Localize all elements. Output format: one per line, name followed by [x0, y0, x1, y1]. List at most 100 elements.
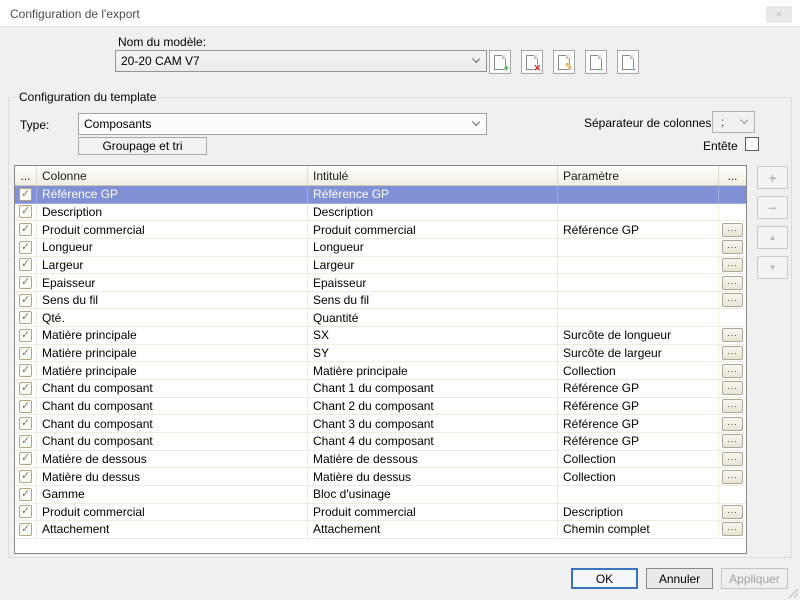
cell-colonne[interactable]: Matière de dessous [37, 451, 308, 469]
cell-colonne[interactable]: Matière du dessus [37, 468, 308, 486]
cell-intitule[interactable]: Attachement [308, 521, 558, 539]
cell-intitule[interactable]: Longueur [308, 239, 558, 257]
column-separator-select[interactable]: ; [712, 111, 755, 133]
row-params-button[interactable]: ... [722, 505, 743, 519]
cell-intitule[interactable]: Référence GP [308, 186, 558, 204]
cell-intitule[interactable]: Chant 1 du composant [308, 380, 558, 398]
cell-parametre[interactable] [558, 239, 719, 257]
cell-colonne[interactable]: Produit commercial [37, 504, 308, 522]
cell-parametre[interactable] [558, 292, 719, 310]
row-checkbox[interactable] [19, 364, 32, 377]
table-row[interactable]: Matière principale SY Surcôte de largeur… [15, 345, 746, 363]
cell-colonne[interactable]: Gamme [37, 486, 308, 504]
table-row[interactable]: Description Description [15, 204, 746, 222]
cell-intitule[interactable]: SX [308, 327, 558, 345]
cell-intitule[interactable]: Matière principale [308, 362, 558, 380]
row-params-button[interactable]: ... [722, 381, 743, 395]
table-row[interactable]: Matière du dessus Matière du dessus Coll… [15, 468, 746, 486]
remove-row-button[interactable]: − [757, 196, 788, 219]
column-header-colonne[interactable]: Colonne [37, 166, 308, 185]
row-params-button[interactable]: ... [722, 328, 743, 342]
edit-model-button[interactable]: ✎ [553, 50, 575, 74]
row-checkbox[interactable] [19, 294, 32, 307]
move-row-up-button[interactable]: ▲ [757, 226, 788, 249]
cell-intitule[interactable]: Description [308, 204, 558, 222]
cell-colonne[interactable]: Qté. [37, 309, 308, 327]
cell-colonne[interactable]: Chant du composant [37, 398, 308, 416]
table-row[interactable]: Largeur Largeur ... [15, 257, 746, 275]
row-checkbox[interactable] [19, 223, 32, 236]
table-row[interactable]: Chant du composant Chant 4 du composant … [15, 433, 746, 451]
cell-colonne[interactable]: Matière principale [37, 345, 308, 363]
cell-intitule[interactable]: Sens du fil [308, 292, 558, 310]
row-checkbox[interactable] [19, 435, 32, 448]
row-checkbox[interactable] [19, 205, 32, 218]
cell-parametre[interactable]: Référence GP [558, 380, 719, 398]
cell-colonne[interactable]: Longueur [37, 239, 308, 257]
cell-intitule[interactable]: SY [308, 345, 558, 363]
cell-colonne[interactable]: Matière principale [37, 362, 308, 380]
row-checkbox[interactable] [19, 382, 32, 395]
row-checkbox[interactable] [19, 400, 32, 413]
cell-intitule[interactable]: Matière du dessus [308, 468, 558, 486]
type-select[interactable]: Composants [78, 113, 487, 135]
column-header-intitule[interactable]: Intitulé [308, 166, 558, 185]
cell-intitule[interactable]: Chant 2 du composant [308, 398, 558, 416]
table-row[interactable]: Attachement Attachement Chemin complet .… [15, 521, 746, 539]
cell-colonne[interactable]: Chant du composant [37, 433, 308, 451]
cell-parametre[interactable] [558, 309, 719, 327]
cell-intitule[interactable]: Bloc d'usinage [308, 486, 558, 504]
table-row[interactable]: Référence GP Référence GP [15, 186, 746, 204]
cell-parametre[interactable]: Référence GP [558, 221, 719, 239]
import-model-button[interactable]: ← [585, 50, 607, 74]
table-row[interactable]: Produit commercial Produit commercial De… [15, 504, 746, 522]
cell-intitule[interactable]: Matière de dessous [308, 451, 558, 469]
row-checkbox[interactable] [19, 505, 32, 518]
row-params-button[interactable]: ... [722, 452, 743, 466]
cell-parametre[interactable]: Référence GP [558, 398, 719, 416]
new-model-button[interactable]: + [489, 50, 511, 74]
row-params-button[interactable]: ... [722, 276, 743, 290]
table-row[interactable]: Longueur Longueur ... [15, 239, 746, 257]
cell-parametre[interactable]: Collection [558, 362, 719, 380]
cell-parametre[interactable] [558, 486, 719, 504]
cell-parametre[interactable]: Description [558, 504, 719, 522]
column-header-buttons[interactable]: ... [719, 166, 746, 185]
close-icon[interactable]: ✕ [766, 6, 792, 23]
row-checkbox[interactable] [19, 276, 32, 289]
row-params-button[interactable]: ... [722, 364, 743, 378]
cell-parametre[interactable]: Collection [558, 451, 719, 469]
row-params-button[interactable]: ... [722, 434, 743, 448]
export-model-button[interactable]: → [617, 50, 639, 74]
table-row[interactable]: Matière de dessous Matière de dessous Co… [15, 451, 746, 469]
delete-model-button[interactable]: ✕ [521, 50, 543, 74]
table-row[interactable]: Qté. Quantité [15, 309, 746, 327]
cell-colonne[interactable]: Produit commercial [37, 221, 308, 239]
table-row[interactable]: Chant du composant Chant 3 du composant … [15, 415, 746, 433]
row-checkbox[interactable] [19, 329, 32, 342]
row-params-button[interactable]: ... [722, 293, 743, 307]
cell-intitule[interactable]: Quantité [308, 309, 558, 327]
cell-colonne[interactable]: Attachement [37, 521, 308, 539]
row-params-button[interactable]: ... [722, 470, 743, 484]
cell-intitule[interactable]: Epaisseur [308, 274, 558, 292]
cell-colonne[interactable]: Référence GP [37, 186, 308, 204]
row-checkbox[interactable] [19, 188, 32, 201]
cell-parametre[interactable]: Référence GP [558, 415, 719, 433]
cell-colonne[interactable]: Matière principale [37, 327, 308, 345]
cell-intitule[interactable]: Produit commercial [308, 504, 558, 522]
cell-intitule[interactable]: Largeur [308, 257, 558, 275]
cell-intitule[interactable]: Chant 4 du composant [308, 433, 558, 451]
table-row[interactable]: Matière principale Matière principale Co… [15, 362, 746, 380]
header-checkbox[interactable] [745, 137, 759, 151]
cell-colonne[interactable]: Chant du composant [37, 380, 308, 398]
row-params-button[interactable]: ... [722, 223, 743, 237]
model-name-select[interactable]: 20-20 CAM V7 [115, 50, 487, 72]
table-row[interactable]: Sens du fil Sens du fil ... [15, 292, 746, 310]
cell-parametre[interactable] [558, 274, 719, 292]
cell-parametre[interactable]: Surcôte de largeur [558, 345, 719, 363]
cell-colonne[interactable]: Chant du composant [37, 415, 308, 433]
row-checkbox[interactable] [19, 258, 32, 271]
row-checkbox[interactable] [19, 470, 32, 483]
table-row[interactable]: Chant du composant Chant 1 du composant … [15, 380, 746, 398]
